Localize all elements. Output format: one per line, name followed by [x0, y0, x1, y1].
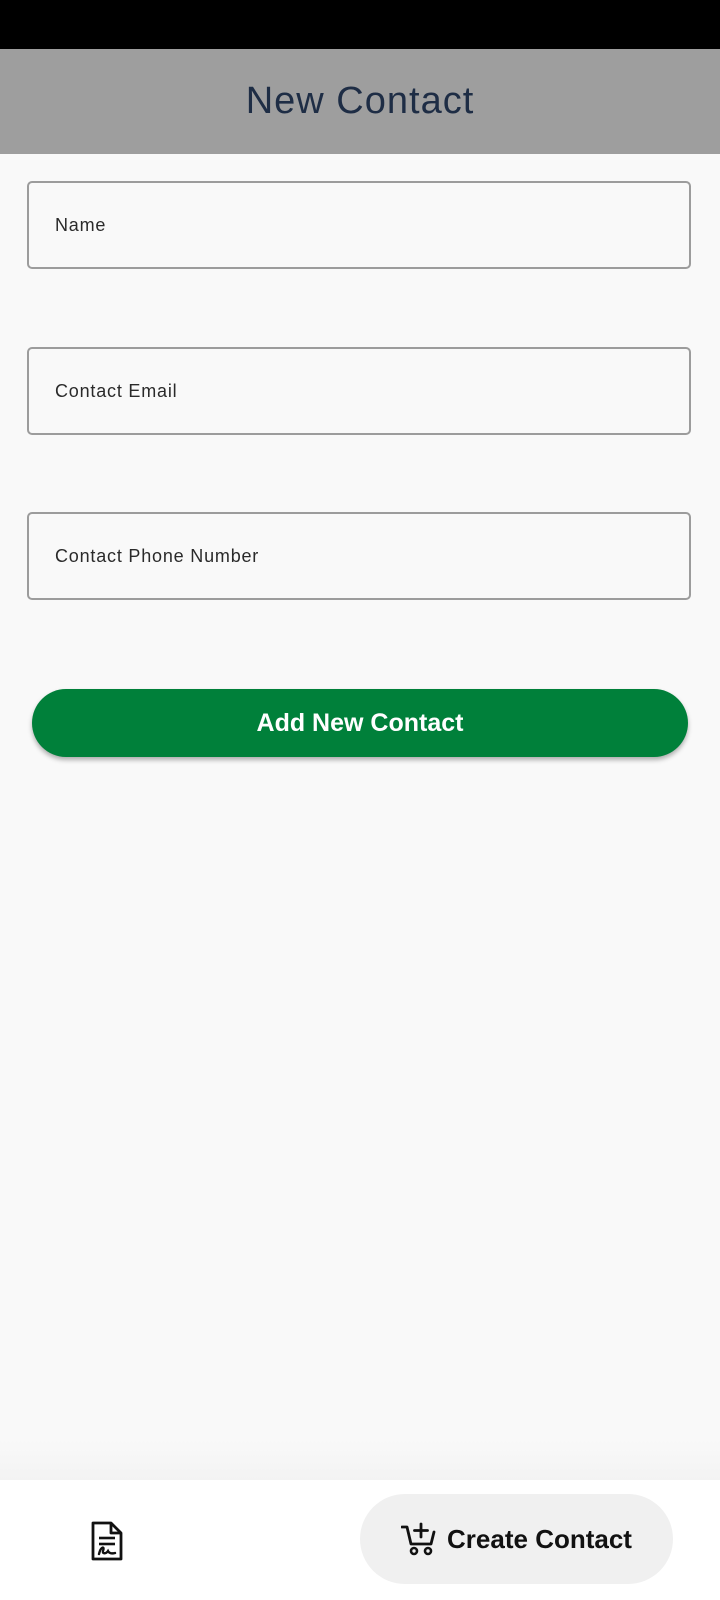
contact-phone-field-placeholder: Contact Phone Number	[55, 545, 260, 566]
nav-item-create-contact[interactable]: Create Contact	[360, 1494, 673, 1584]
contact-email-field[interactable]: Contact Email	[27, 347, 691, 435]
nav-item-create-contact-label: Create Contact	[447, 1523, 632, 1554]
cart-plus-icon	[401, 1522, 436, 1556]
status-bar	[0, 0, 720, 49]
page-title: New Contact	[245, 80, 475, 122]
document-signature-icon	[91, 1521, 123, 1561]
contact-phone-field[interactable]: Contact Phone Number	[27, 512, 691, 600]
nav-item-documents[interactable]	[82, 1518, 132, 1564]
bottom-nav-shadow	[0, 1440, 720, 1480]
add-new-contact-button[interactable]: Add New Contact	[32, 689, 688, 757]
name-field-placeholder: Name	[55, 214, 107, 235]
app-bar: New Contact	[0, 49, 720, 154]
name-field[interactable]: Name	[27, 181, 691, 269]
contact-email-field-placeholder: Contact Email	[55, 380, 178, 401]
bottom-nav: Create Contact	[0, 1480, 720, 1600]
